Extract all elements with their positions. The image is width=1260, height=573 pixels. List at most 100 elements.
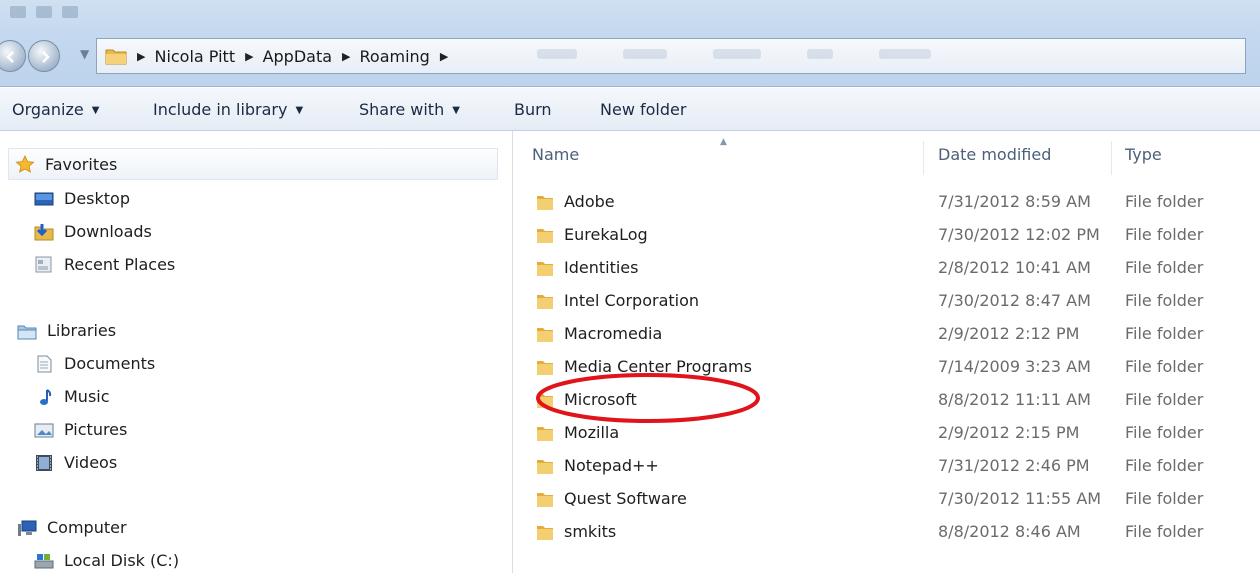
breadcrumb-item[interactable]: ▶ (440, 50, 457, 63)
file-name: Mozilla (564, 423, 620, 442)
nav-item-label: Favorites (45, 154, 118, 174)
pictures-icon (34, 423, 54, 437)
file-type: File folder (1125, 258, 1204, 277)
file-type: File folder (1125, 192, 1204, 211)
nav-item-label: Music (64, 387, 110, 406)
share-with-label: Share with (359, 100, 445, 119)
file-date: 2/9/2012 2:15 PM (938, 423, 1080, 442)
new-folder-label: New folder (600, 100, 687, 119)
file-date: 2/9/2012 2:12 PM (938, 324, 1080, 343)
navigation-pane: Favorites Desktop Downloads Recent Place… (0, 131, 513, 573)
music-icon (40, 388, 52, 405)
forward-button[interactable] (28, 40, 60, 72)
libraries-icon (17, 325, 37, 339)
videos-icon (36, 454, 52, 471)
back-button[interactable] (0, 40, 26, 72)
breadcrumb-separator-icon[interactable]: ▶ (245, 50, 253, 63)
nav-item-label: Downloads (64, 222, 152, 241)
file-type: File folder (1125, 489, 1204, 508)
breadcrumb-separator-icon[interactable]: ▶ (440, 50, 448, 63)
folder-icon (537, 229, 553, 243)
nav-item-pictures[interactable]: Pictures (34, 420, 127, 439)
file-name: Adobe (564, 192, 615, 211)
nav-item-favorites[interactable]: Favorites (8, 148, 498, 180)
include-in-library-label: Include in library (153, 100, 288, 119)
window-titlebar: ▼ ▶ Nicola Pitt ▶ AppData ▶ Roaming ▶ (0, 0, 1260, 87)
nav-item-recent-places[interactable]: Recent Places (34, 255, 175, 274)
file-type: File folder (1125, 291, 1204, 310)
file-date: 8/8/2012 11:11 AM (938, 390, 1091, 409)
command-bar: Organize ▼ Include in library ▼ Share with… (0, 88, 1260, 131)
column-header-type[interactable]: Type (1125, 145, 1162, 164)
file-row[interactable]: Adobe 7/31/2012 8:59 AM File folder (513, 185, 1260, 218)
nav-item-label: Desktop (64, 189, 130, 208)
folder-icon (537, 493, 553, 507)
file-date: 7/14/2009 3:23 AM (938, 357, 1091, 376)
file-type: File folder (1125, 522, 1204, 541)
column-divider[interactable] (1111, 141, 1112, 175)
qat-icon[interactable] (36, 6, 52, 18)
column-header-date-modified[interactable]: Date modified (938, 145, 1051, 164)
folder-icon (537, 460, 553, 474)
address-bar[interactable]: ▶ Nicola Pitt ▶ AppData ▶ Roaming ▶ (96, 38, 1246, 74)
file-row[interactable]: Macromedia 2/9/2012 2:12 PM File folder (513, 317, 1260, 350)
nav-item-downloads[interactable]: Downloads (34, 222, 152, 241)
file-name: smkits (564, 522, 617, 541)
breadcrumb-item[interactable]: ▶ AppData (245, 47, 342, 66)
new-folder-button[interactable]: New folder (600, 100, 686, 119)
chevron-down-icon: ▼ (295, 105, 304, 116)
breadcrumb-separator-icon[interactable]: ▶ (137, 50, 145, 63)
file-row[interactable]: Quest Software 7/30/2012 11:55 AM File f… (513, 482, 1260, 515)
documents-icon (37, 355, 52, 372)
column-header-name[interactable]: Name (532, 145, 579, 164)
quick-access-toolbar (10, 6, 78, 26)
file-row[interactable]: Identities 2/8/2012 10:41 AM File folder (513, 251, 1260, 284)
folder-icon (537, 295, 553, 309)
breadcrumb-item[interactable]: ▶ Nicola Pitt (137, 47, 245, 66)
organize-label: Organize (12, 100, 84, 119)
nav-item-videos[interactable]: Videos (34, 453, 117, 472)
burn-button[interactable]: Burn (514, 100, 552, 119)
highlight-ellipse-annotation (536, 373, 760, 423)
file-row[interactable]: Intel Corporation 7/30/2012 8:47 AM File… (513, 284, 1260, 317)
sort-ascending-icon: ▲ (720, 137, 727, 147)
folder-icon (537, 262, 553, 276)
local-disk-icon (34, 553, 54, 568)
star-icon (15, 155, 35, 173)
breadcrumb-label[interactable]: Roaming (360, 47, 430, 66)
qat-icon[interactable] (10, 6, 26, 18)
file-name: EurekaLog (564, 225, 648, 244)
nav-item-label: Pictures (64, 420, 128, 439)
recent-places-icon (35, 256, 52, 272)
breadcrumb-separator-icon[interactable]: ▶ (342, 50, 350, 63)
file-type: File folder (1125, 390, 1204, 409)
nav-item-label: Videos (64, 453, 118, 472)
file-row[interactable]: Notepad++ 7/31/2012 2:46 PM File folder (513, 449, 1260, 482)
file-row[interactable]: EurekaLog 7/30/2012 12:02 PM File folder (513, 218, 1260, 251)
file-row[interactable]: smkits 8/8/2012 8:46 AM File folder (513, 515, 1260, 548)
burn-label: Burn (514, 100, 552, 119)
column-divider[interactable] (923, 141, 924, 175)
file-type: File folder (1125, 357, 1204, 376)
downloads-icon (34, 223, 54, 240)
file-date: 7/30/2012 8:47 AM (938, 291, 1091, 310)
nav-item-desktop[interactable]: Desktop (34, 189, 130, 208)
nav-item-computer[interactable]: Computer (17, 518, 127, 537)
nav-item-local-disk[interactable]: Local Disk (C:) (34, 551, 179, 570)
include-in-library-button[interactable]: Include in library ▼ (153, 100, 303, 119)
nav-item-music[interactable]: Music (34, 387, 110, 406)
breadcrumb-label[interactable]: Nicola Pitt (154, 47, 235, 66)
breadcrumb-label[interactable]: AppData (263, 47, 332, 66)
organize-button[interactable]: Organize ▼ (12, 100, 99, 119)
share-with-button[interactable]: Share with ▼ (359, 100, 460, 119)
nav-item-libraries[interactable]: Libraries (17, 321, 116, 340)
folder-icon (537, 427, 553, 441)
file-list: ▲ Name Date modified Type Adobe 7/31/201… (513, 131, 1260, 573)
file-date: 2/8/2012 10:41 AM (938, 258, 1091, 277)
qat-icon[interactable] (62, 6, 78, 18)
recent-pages-dropdown[interactable]: ▼ (80, 47, 89, 61)
nav-item-documents[interactable]: Documents (34, 354, 155, 373)
chevron-down-icon: ▼ (452, 105, 460, 116)
file-name: Identities (564, 258, 639, 277)
breadcrumb-item[interactable]: ▶ Roaming (342, 47, 440, 66)
